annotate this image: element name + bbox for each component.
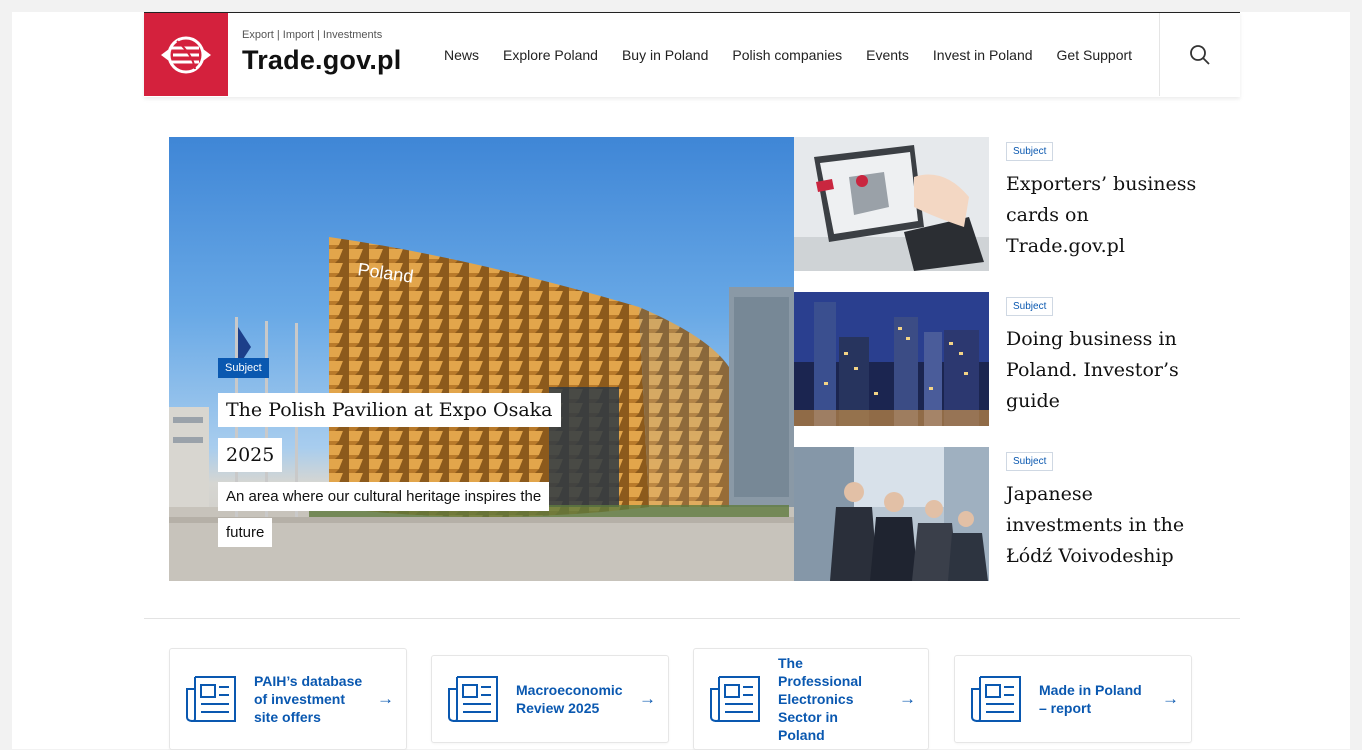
nav-item-explore-poland[interactable]: Explore Poland [503,47,598,63]
tile-label: The Professional Electronics Sector in P… [778,655,863,743]
side-card-doing-business[interactable]: Subject Doing business in Poland. Invest… [794,292,1214,426]
site-header: Export | Import | Investments Trade.gov.… [144,12,1240,97]
tile-professional-electronics[interactable]: The Professional Electronics Sector in P… [693,648,929,750]
tile-macroeconomic-review[interactable]: Macroeconomic Review 2025 → [431,655,669,743]
newspaper-icon [448,676,498,723]
hero-feature[interactable]: Poland Subject The Polish Pavilion at Ex… [169,137,794,581]
side-card-title[interactable]: Doing business in Poland. Investor’s gui… [1006,324,1201,417]
business-people-image [794,447,989,581]
brand-tagline: Export | Import | Investments [242,29,383,41]
tablet-map-image [794,137,989,271]
brand[interactable]: Export | Import | Investments Trade.gov.… [242,29,401,76]
arrow-right-icon: → [639,689,656,708]
side-card-subject-tag[interactable]: Subject [1006,452,1054,471]
nav-item-buy-in-poland[interactable]: Buy in Poland [622,47,708,63]
side-card-text: Subject Japanese investments in the Łódź… [1006,451,1201,572]
brand-name[interactable]: Trade.gov.pl [242,45,401,76]
side-card-subject-tag[interactable]: Subject [1006,297,1054,316]
side-card-thumb [794,447,989,581]
nav-item-get-support[interactable]: Get Support [1057,47,1133,63]
section-divider [144,618,1240,619]
side-card-title[interactable]: Exporters’ business cards on Trade.gov.p… [1006,169,1201,262]
side-card-japanese-investments[interactable]: Subject Japanese investments in the Łódź… [794,447,1214,581]
nav-item-events[interactable]: Events [866,47,909,63]
hero-subject-tag[interactable]: Subject [218,358,269,378]
tile-label: PAIH’s database of investment site offer… [254,673,363,725]
side-card-subject-tag[interactable]: Subject [1006,142,1054,161]
globe-arrows-icon [161,36,211,73]
arrow-right-icon: → [1162,689,1179,708]
tile-made-in-poland[interactable]: Made in Poland – report → [954,655,1192,743]
hero-title-text: The Polish Pavilion at Expo Osaka 2025 [218,393,561,472]
nav-item-polish-companies[interactable]: Polish companies [732,47,842,63]
tile-label: Made in Poland – report [1039,682,1142,716]
side-card-thumb [794,292,989,426]
arrow-right-icon: → [899,689,916,708]
search-icon [1190,44,1210,65]
tile-label: Macroeconomic Review 2025 [516,682,623,716]
side-card-thumb [794,137,989,271]
hero-title[interactable]: The Polish Pavilion at Expo Osaka 2025 [218,388,561,478]
logo[interactable] [144,13,228,96]
search-button[interactable] [1159,13,1240,96]
side-card-exporters[interactable]: Subject Exporters’ business cards on Tra… [794,137,1214,271]
hero-subtitle: An area where our cultural heritage insp… [218,479,558,551]
side-card-title[interactable]: Japanese investments in the Łódź Voivode… [1006,479,1201,572]
side-card-text: Subject Exporters’ business cards on Tra… [1006,141,1201,262]
nav-item-news[interactable]: News [444,47,479,63]
newspaper-icon [186,676,236,723]
main-nav: News Explore Poland Buy in Poland Polish… [444,13,1156,96]
city-night-image [794,292,989,426]
nav-item-invest-in-poland[interactable]: Invest in Poland [933,47,1033,63]
side-card-text: Subject Doing business in Poland. Invest… [1006,296,1201,417]
newspaper-icon [971,676,1021,723]
tile-paih-database[interactable]: PAIH’s database of investment site offer… [169,648,407,750]
newspaper-icon [710,676,760,723]
hero-subtitle-text: An area where our cultural heritage insp… [218,482,550,547]
arrow-right-icon: → [377,689,394,708]
